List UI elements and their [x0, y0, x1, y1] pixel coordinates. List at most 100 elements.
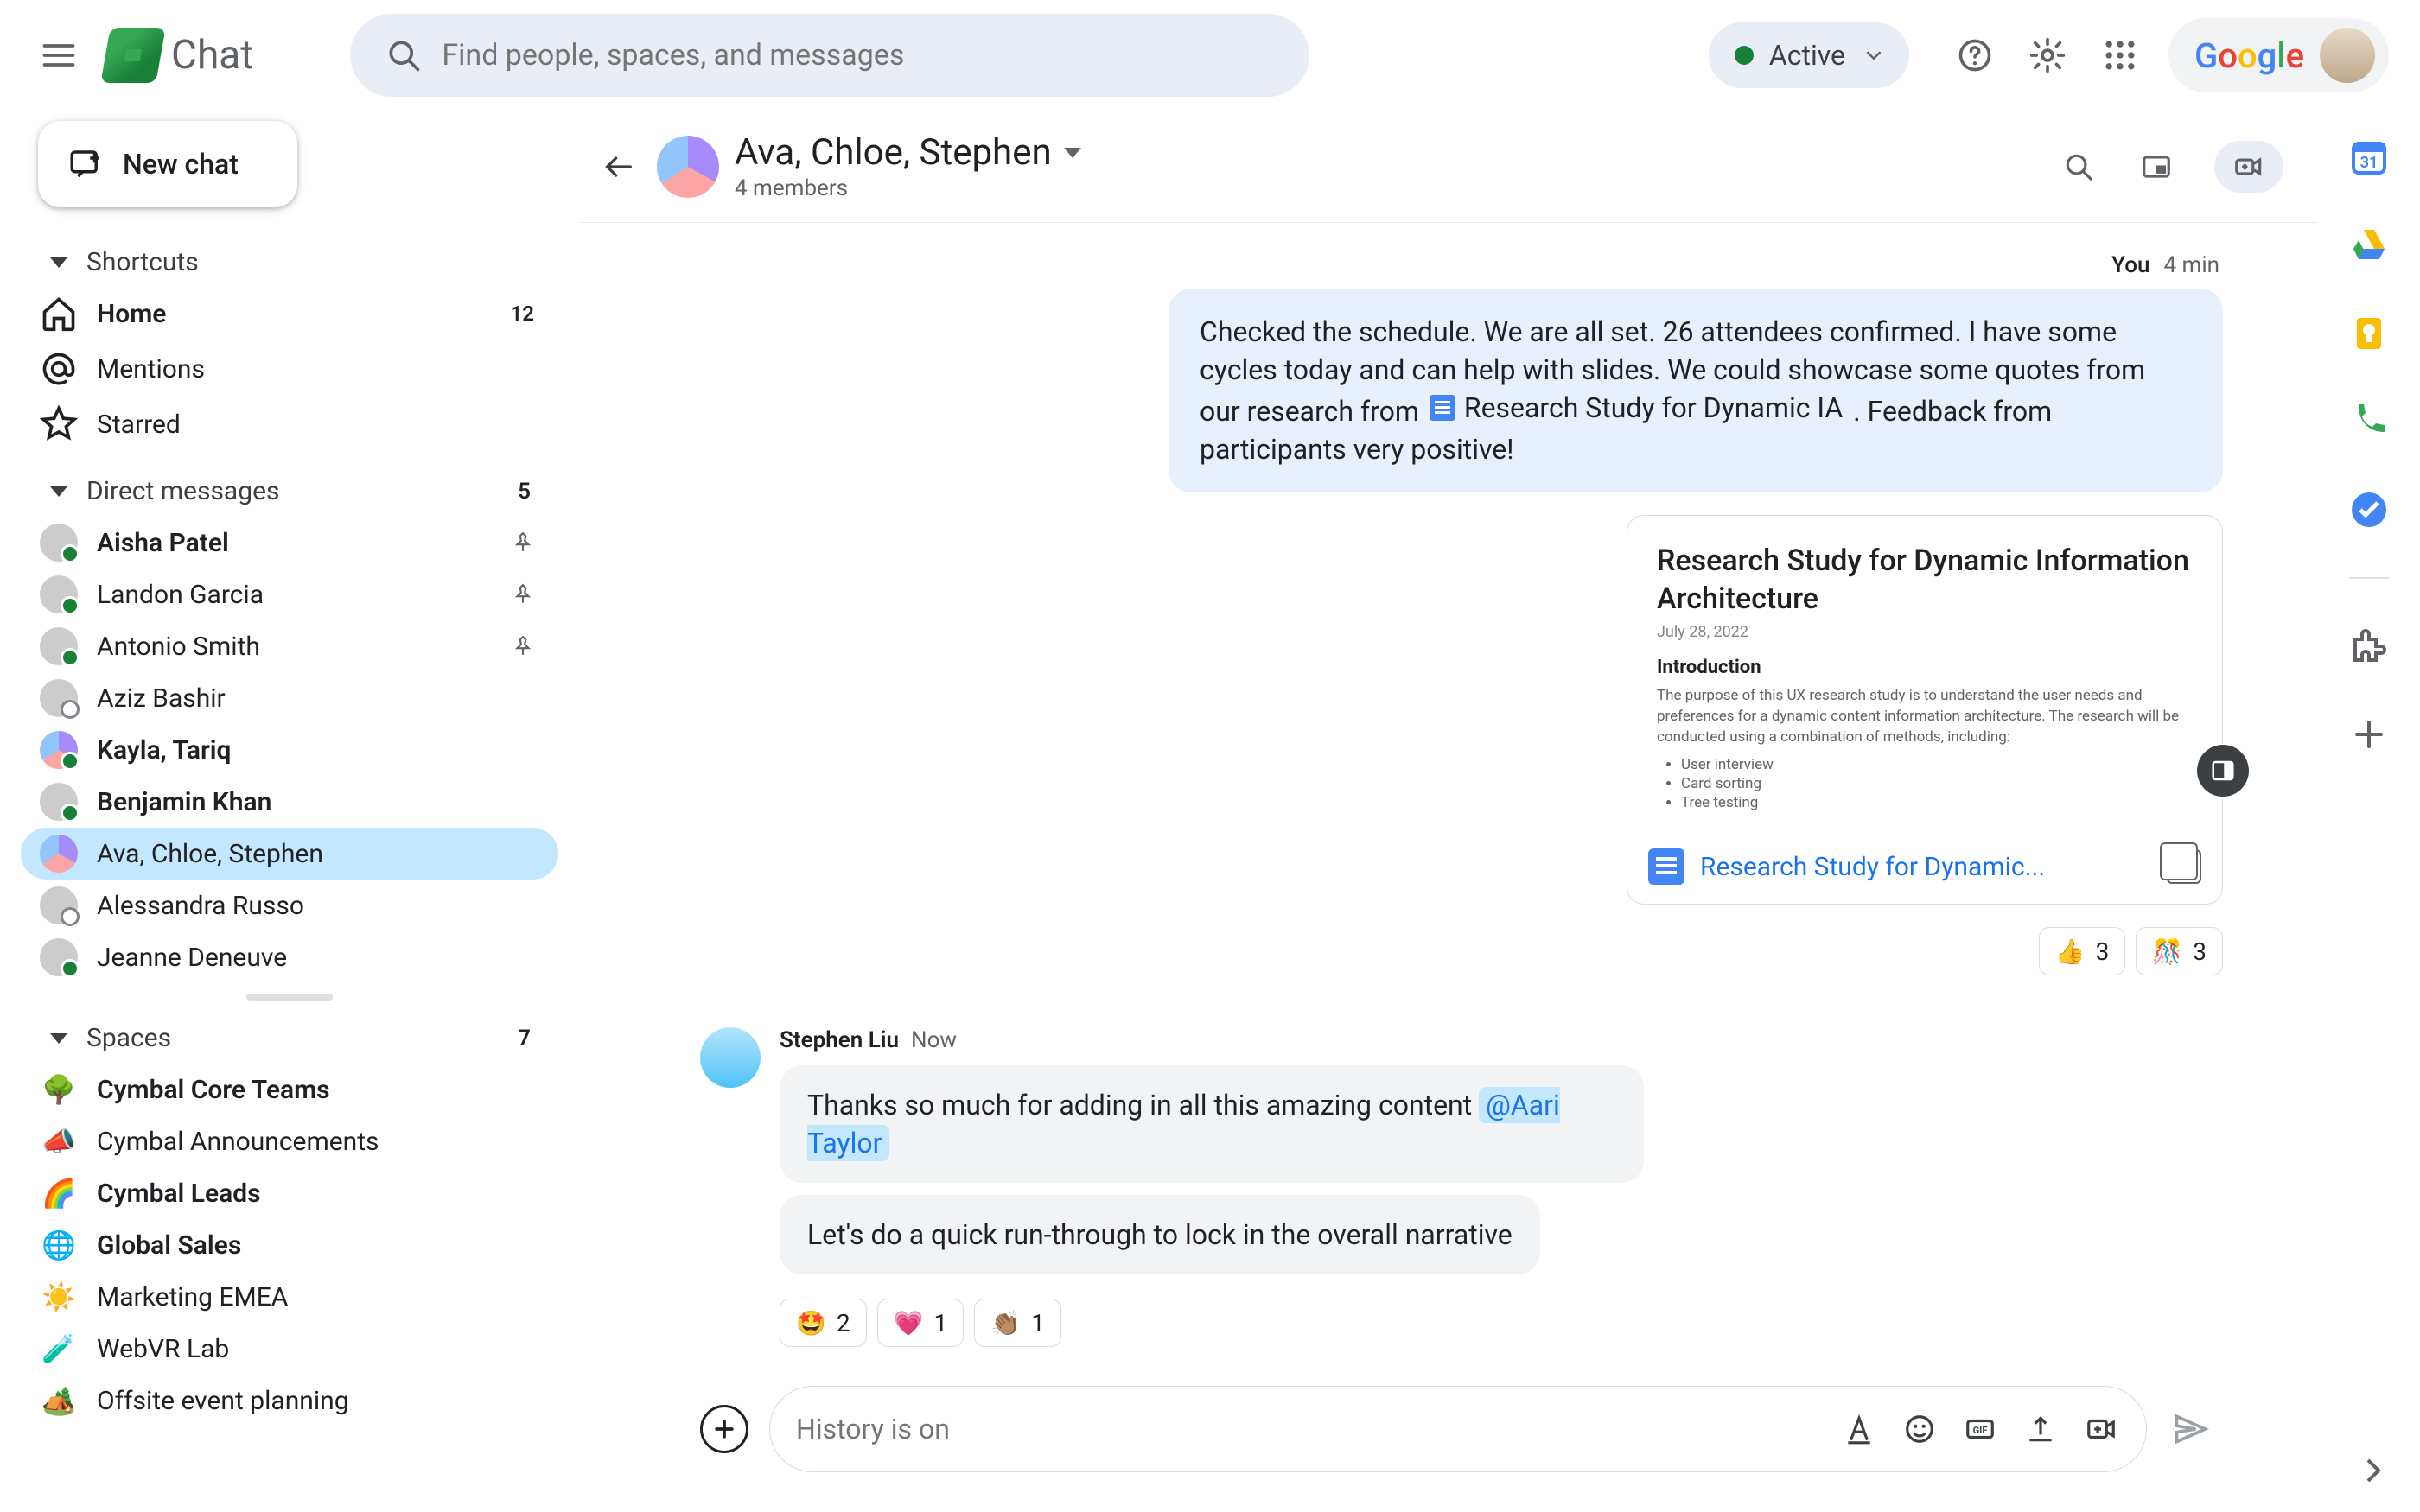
drive-app-button[interactable] — [2348, 225, 2390, 266]
apps-grid-icon — [2101, 36, 2139, 74]
doc-link-chip[interactable]: Research Study for Dynamic IA — [1426, 389, 1846, 427]
add-attachment-button[interactable] — [700, 1405, 748, 1453]
space-emoji-icon: ☀️ — [40, 1280, 78, 1313]
pip-button[interactable] — [2137, 147, 2176, 187]
conversation-pane: Ava, Chloe, Stephen 4 members You 4 min … — [579, 111, 2318, 1512]
message-time: 4 min — [2163, 252, 2219, 278]
dm-label: Alessandra Russo — [97, 891, 534, 921]
get-addons-button[interactable] — [2348, 714, 2390, 755]
search-bar[interactable] — [350, 14, 1309, 97]
reaction-chip[interactable]: 💗1 — [877, 1299, 965, 1347]
reaction-chip[interactable]: 👏🏽1 — [974, 1299, 1061, 1347]
dm-item[interactable]: Landon Garcia — [21, 569, 558, 620]
presence-dot-icon — [1735, 46, 1754, 65]
avatar — [40, 524, 78, 562]
space-label: Offsite event planning — [97, 1386, 534, 1416]
gif-button[interactable]: GIF — [1961, 1410, 1999, 1448]
reaction-chip[interactable]: 👍3 — [2039, 927, 2126, 975]
dm-label: Benjamin Khan — [97, 787, 534, 817]
sidebar-item-mentions[interactable]: Mentions — [21, 343, 558, 395]
conversation-header: Ava, Chloe, Stephen 4 members — [579, 111, 2318, 223]
calendar-app-button[interactable]: 31 — [2348, 137, 2390, 178]
space-item[interactable]: 🌈Cymbal Leads — [21, 1167, 558, 1219]
doc-card-heading: Introduction — [1657, 657, 2193, 678]
arrow-left-icon — [602, 149, 636, 184]
dms-section-header[interactable]: Direct messages 5 — [21, 469, 558, 513]
dm-item[interactable]: Ava, Chloe, Stephen — [21, 828, 558, 880]
dm-item[interactable]: Alessandra Russo — [21, 880, 558, 931]
help-button[interactable] — [1954, 35, 1996, 76]
space-item[interactable]: ☀️Marketing EMEA — [21, 1271, 558, 1323]
main-menu-button[interactable] — [17, 14, 100, 97]
sidebar-item-home[interactable]: Home 12 — [21, 288, 558, 340]
collapse-rail-button[interactable] — [2353, 1450, 2394, 1491]
gif-icon: GIF — [1964, 1413, 1996, 1445]
compose-box[interactable]: GIF — [769, 1386, 2147, 1472]
doc-bullet: Tree testing — [1681, 794, 2193, 811]
dm-item[interactable]: Aisha Patel — [21, 517, 558, 569]
search-input[interactable] — [442, 38, 1275, 73]
send-button[interactable] — [2168, 1406, 2214, 1452]
meet-insert-button[interactable] — [2082, 1410, 2120, 1448]
keep-app-button[interactable] — [2348, 313, 2390, 354]
pin-icon — [512, 583, 534, 606]
space-item[interactable]: 🌐Global Sales — [21, 1219, 558, 1271]
shortcuts-section-header[interactable]: Shortcuts — [21, 240, 558, 284]
compose-input[interactable] — [796, 1413, 1818, 1445]
emoji-button[interactable] — [1901, 1410, 1939, 1448]
puzzle-icon — [2348, 626, 2390, 667]
search-icon — [2062, 150, 2095, 183]
addons-button[interactable] — [2348, 626, 2390, 667]
message-thread[interactable]: You 4 min Checked the schedule. We are a… — [579, 223, 2318, 1369]
new-chat-button[interactable]: New chat — [38, 121, 297, 207]
message-meta: Stephen Liu Now — [780, 1027, 1644, 1053]
reaction-emoji: 💗 — [894, 1309, 924, 1337]
space-item[interactable]: 🏕️Offsite event planning — [21, 1375, 558, 1426]
tasks-icon — [2348, 489, 2390, 530]
space-item[interactable]: 🧪WebVR Lab — [21, 1323, 558, 1375]
pip-icon — [2140, 150, 2173, 183]
format-button[interactable] — [1840, 1410, 1878, 1448]
upload-button[interactable] — [2022, 1410, 2060, 1448]
account-switcher[interactable]: Google — [2168, 18, 2389, 92]
sidebar-item-starred[interactable]: Starred — [21, 398, 558, 450]
sidebar-item-badge: 12 — [511, 302, 534, 326]
svg-text:31: 31 — [2360, 154, 2379, 172]
conversation-title: Ava, Chloe, Stephen — [735, 131, 1052, 174]
new-chat-label: New chat — [123, 148, 239, 181]
copy-link-button[interactable] — [2167, 849, 2201, 884]
compose-row: GIF — [579, 1369, 2318, 1512]
message-meta: You 4 min — [2111, 252, 2219, 278]
video-call-button[interactable] — [2214, 141, 2283, 193]
apps-button[interactable] — [2099, 35, 2141, 76]
dm-item[interactable]: Antonio Smith — [21, 620, 558, 672]
reaction-chip[interactable]: 🎊3 — [2136, 927, 2223, 975]
presence-status-chip[interactable]: Active — [1709, 22, 1909, 88]
plus-icon — [711, 1416, 737, 1442]
conversation-title-button[interactable]: Ava, Chloe, Stephen — [735, 131, 1081, 174]
dm-item[interactable]: Aziz Bashir — [21, 672, 558, 724]
dms-badge: 5 — [518, 479, 531, 505]
spaces-section-header[interactable]: Spaces 7 — [21, 1016, 558, 1060]
doc-preview-card[interactable]: Research Study for Dynamic Information A… — [1627, 515, 2223, 905]
reaction-chip[interactable]: 🤩2 — [780, 1299, 867, 1347]
space-item[interactable]: 🌳Cymbal Core Teams — [21, 1064, 558, 1115]
search-in-conversation-button[interactable] — [2059, 147, 2098, 187]
dm-item[interactable]: Kayla, Tariq — [21, 724, 558, 776]
profile-avatar[interactable] — [2320, 28, 2375, 83]
dm-item[interactable]: Benjamin Khan — [21, 776, 558, 828]
phone-icon — [2348, 401, 2390, 442]
back-button[interactable] — [596, 144, 641, 189]
settings-button[interactable] — [2027, 35, 2068, 76]
tasks-app-button[interactable] — [2348, 489, 2390, 530]
caret-down-icon — [50, 486, 67, 497]
docs-icon — [1648, 848, 1684, 885]
sidebar-item-label: Starred — [97, 410, 534, 440]
dm-item[interactable]: Jeanne Deneuve — [21, 931, 558, 983]
open-side-panel-button[interactable] — [2197, 745, 2249, 797]
message-bubble: Let's do a quick run-through to lock in … — [780, 1195, 1540, 1274]
voice-app-button[interactable] — [2348, 401, 2390, 442]
section-resize-handle[interactable] — [246, 994, 333, 1001]
space-item[interactable]: 📣Cymbal Announcements — [21, 1115, 558, 1167]
side-panel-rail: 31 — [2318, 111, 2420, 1512]
